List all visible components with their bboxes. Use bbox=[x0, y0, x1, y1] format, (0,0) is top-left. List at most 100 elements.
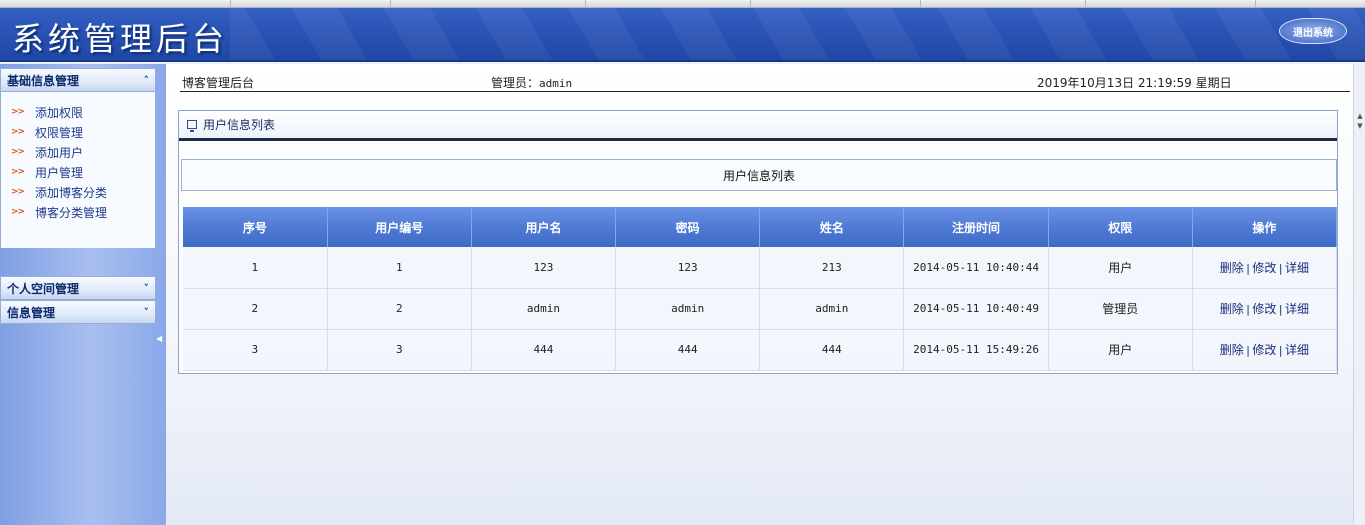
edit-link[interactable]: 修改 bbox=[1252, 302, 1276, 316]
sidebar-collapse-icon[interactable]: ◀ bbox=[156, 334, 164, 348]
col-username: 用户名 bbox=[471, 207, 617, 247]
double-arrow-icon: >> bbox=[11, 147, 25, 157]
cell-user-id: 1 bbox=[327, 247, 472, 289]
sidebar-item-user-manage[interactable]: >> 用户管理 bbox=[1, 162, 155, 182]
sidebar-item-label: 添加用户 bbox=[35, 145, 84, 160]
sidebar-section-info-manage[interactable]: 信息管理 ˅ bbox=[0, 300, 156, 324]
double-arrow-icon: >> bbox=[11, 207, 25, 217]
panel-header: 用户信息列表 bbox=[179, 111, 1337, 141]
cell-password: 123 bbox=[615, 247, 761, 289]
cell-actions: 删除|修改|详细 bbox=[1192, 247, 1338, 289]
sidebar-menu: 基础信息管理 ˄ >> 添加权限 >> 权限管理 >> 添加用户 >> 用户管理… bbox=[0, 68, 156, 324]
col-actions: 操作 bbox=[1192, 207, 1338, 247]
table-caption: 用户信息列表 bbox=[181, 159, 1337, 191]
table-row: 3 3 444 444 444 2014-05-11 15:49:26 用户 删… bbox=[183, 329, 1338, 371]
sidebar-section-label: 基础信息管理 bbox=[7, 73, 80, 88]
table-header-row: 序号 用户编号 用户名 密码 姓名 注册时间 权限 操作 bbox=[183, 207, 1338, 247]
current-datetime: 2019年10月13日 21:19:59 星期日 bbox=[1037, 76, 1232, 90]
sidebar-item-label: 添加博客分类 bbox=[35, 185, 108, 200]
cell-user-id: 2 bbox=[327, 288, 472, 330]
delete-link[interactable]: 删除 bbox=[1220, 261, 1244, 275]
sidebar-item-add-blog-category[interactable]: >> 添加博客分类 bbox=[1, 182, 155, 202]
sidebar-section-label: 信息管理 bbox=[7, 305, 56, 320]
table-row: 2 2 admin admin admin 2014-05-11 10:40:4… bbox=[183, 288, 1338, 330]
user-table: 序号 用户编号 用户名 密码 姓名 注册时间 权限 操作 1 1 123 123… bbox=[183, 207, 1338, 371]
user-list-panel: 用户信息列表 用户信息列表 序号 用户编号 用户名 密码 姓名 注册时间 权限 … bbox=[178, 110, 1338, 374]
info-bar: 博客管理后台 管理员：admin 2019年10月13日 21:19:59 星期… bbox=[180, 70, 1350, 92]
top-header: 系统管理后台 退出系统 bbox=[0, 0, 1365, 62]
header-pattern bbox=[230, 8, 1365, 60]
double-arrow-icon: >> bbox=[11, 187, 25, 197]
sidebar-item-blog-category-manage[interactable]: >> 博客分类管理 bbox=[1, 202, 155, 222]
action-separator: | bbox=[1244, 303, 1252, 316]
chevron-down-icon: ˅ bbox=[143, 281, 150, 295]
sidebar: 基础信息管理 ˄ >> 添加权限 >> 权限管理 >> 添加用户 >> 用户管理… bbox=[0, 64, 166, 525]
cell-seq: 2 bbox=[183, 288, 328, 330]
cell-actions: 删除|修改|详细 bbox=[1192, 329, 1338, 371]
breadcrumb: 博客管理后台 bbox=[182, 76, 255, 90]
cell-username: 123 bbox=[471, 247, 617, 289]
delete-link[interactable]: 删除 bbox=[1220, 343, 1244, 357]
sidebar-section-basic-info-items: >> 添加权限 >> 权限管理 >> 添加用户 >> 用户管理 >> 添加博客分… bbox=[0, 92, 156, 248]
scroll-up-icon[interactable]: ▲ bbox=[1356, 112, 1364, 122]
chevron-down-icon: ˅ bbox=[143, 305, 150, 319]
sidebar-section-label: 个人空间管理 bbox=[7, 281, 80, 296]
detail-link[interactable]: 详细 bbox=[1285, 343, 1309, 357]
cell-name: 444 bbox=[759, 329, 905, 371]
sidebar-item-add-user[interactable]: >> 添加用户 bbox=[1, 142, 155, 162]
main-content: 博客管理后台 管理员：admin 2019年10月13日 21:19:59 星期… bbox=[166, 64, 1365, 525]
vertical-scrollbar[interactable]: ▲ ▼ bbox=[1353, 64, 1365, 525]
cell-role: 管理员 bbox=[1048, 288, 1193, 330]
cell-registered: 2014-05-11 15:49:26 bbox=[903, 329, 1049, 371]
sidebar-section-personal-space[interactable]: 个人空间管理 ˅ bbox=[0, 276, 156, 300]
cell-name: admin bbox=[759, 288, 905, 330]
cell-username: 444 bbox=[471, 329, 617, 371]
col-user-id: 用户编号 bbox=[327, 207, 472, 247]
col-role: 权限 bbox=[1048, 207, 1193, 247]
cell-registered: 2014-05-11 10:40:44 bbox=[903, 247, 1049, 289]
col-registered: 注册时间 bbox=[903, 207, 1049, 247]
logout-button[interactable]: 退出系统 bbox=[1279, 18, 1347, 44]
admin-label: 管理员： bbox=[491, 76, 540, 90]
sidebar-item-add-permission[interactable]: >> 添加权限 bbox=[1, 102, 155, 122]
detail-link[interactable]: 详细 bbox=[1285, 261, 1309, 275]
app-title: 系统管理后台 bbox=[12, 20, 229, 58]
cell-registered: 2014-05-11 10:40:49 bbox=[903, 288, 1049, 330]
cell-username: admin bbox=[471, 288, 617, 330]
sidebar-item-label: 权限管理 bbox=[35, 125, 84, 140]
admin-name: admin bbox=[539, 77, 573, 90]
delete-link[interactable]: 删除 bbox=[1220, 302, 1244, 316]
cell-name: 213 bbox=[759, 247, 905, 289]
sidebar-item-permission-manage[interactable]: >> 权限管理 bbox=[1, 122, 155, 142]
action-separator: | bbox=[1277, 344, 1285, 357]
double-arrow-icon: >> bbox=[11, 127, 25, 137]
browser-tab-strip bbox=[0, 0, 1365, 8]
cell-actions: 删除|修改|详细 bbox=[1192, 288, 1338, 330]
cell-seq: 1 bbox=[183, 247, 328, 289]
double-arrow-icon: >> bbox=[11, 167, 25, 177]
cell-user-id: 3 bbox=[327, 329, 472, 371]
cell-seq: 3 bbox=[183, 329, 328, 371]
col-name: 姓名 bbox=[759, 207, 905, 247]
chevron-up-icon: ˄ bbox=[143, 73, 150, 87]
admin-info: 管理员：admin bbox=[491, 74, 572, 91]
sidebar-item-label: 博客分类管理 bbox=[35, 205, 108, 220]
panel-title: 用户信息列表 bbox=[203, 118, 276, 132]
action-separator: | bbox=[1244, 261, 1252, 275]
sidebar-item-label: 添加权限 bbox=[35, 105, 84, 120]
action-separator: | bbox=[1277, 303, 1285, 316]
monitor-icon bbox=[187, 120, 197, 132]
action-separator: | bbox=[1277, 261, 1285, 275]
sidebar-item-label: 用户管理 bbox=[35, 165, 84, 180]
edit-link[interactable]: 修改 bbox=[1252, 343, 1276, 357]
table-row: 1 1 123 123 213 2014-05-11 10:40:44 用户 删… bbox=[183, 247, 1338, 289]
sidebar-section-basic-info[interactable]: 基础信息管理 ˄ bbox=[0, 68, 156, 92]
cell-role: 用户 bbox=[1048, 329, 1193, 371]
col-password: 密码 bbox=[615, 207, 761, 247]
edit-link[interactable]: 修改 bbox=[1252, 261, 1276, 275]
detail-link[interactable]: 详细 bbox=[1285, 302, 1309, 316]
scroll-down-icon[interactable]: ▼ bbox=[1356, 122, 1364, 132]
double-arrow-icon: >> bbox=[11, 107, 25, 117]
cell-password: admin bbox=[615, 288, 761, 330]
